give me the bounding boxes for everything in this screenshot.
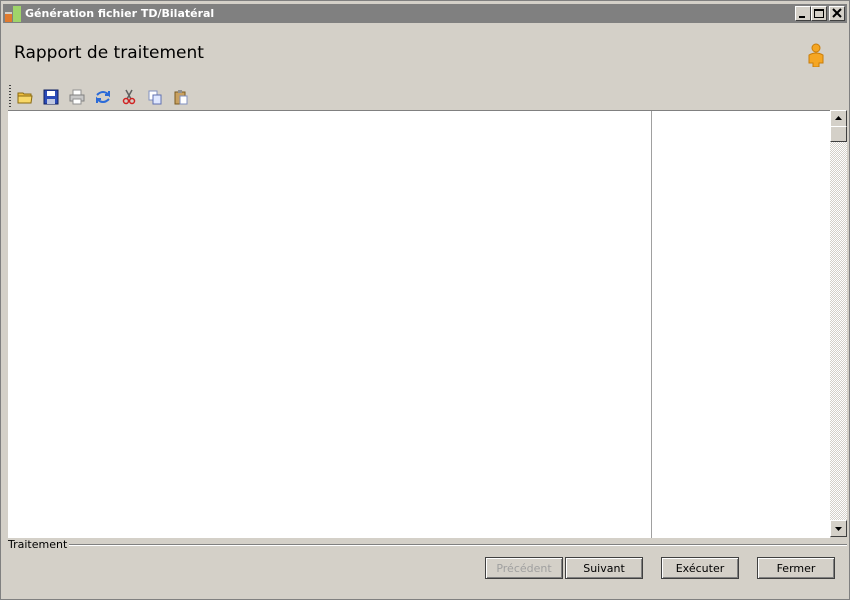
minimize-button[interactable]: [795, 6, 811, 21]
status-label: Traitement: [8, 538, 70, 551]
app-icon: [5, 6, 21, 22]
scroll-thumb[interactable]: [830, 126, 847, 142]
minimize-icon: [799, 16, 805, 18]
open-folder-icon: [17, 92, 33, 104]
main-window: Génération fichier TD/Bilatéral Rapport …: [0, 0, 850, 600]
vertical-scrollbar[interactable]: [830, 110, 847, 537]
refresh-icon: [96, 91, 110, 103]
paste-icon: [174, 90, 188, 105]
page-title: Rapport de traitement: [14, 43, 204, 63]
print-icon: [69, 89, 85, 105]
report-text-area[interactable]: [8, 110, 830, 538]
margin-divider: [651, 111, 652, 538]
arrow-up-icon: [835, 116, 842, 120]
user-icon: [805, 43, 827, 68]
close-button[interactable]: [829, 6, 845, 21]
maximize-button[interactable]: [811, 6, 827, 21]
save-icon: [43, 89, 59, 105]
cut-icon: [122, 89, 136, 105]
toolbar-grip[interactable]: [9, 85, 11, 109]
cut-button[interactable]: [119, 87, 139, 107]
copy-button[interactable]: [145, 87, 165, 107]
paste-button[interactable]: [171, 87, 191, 107]
print-button[interactable]: [67, 87, 87, 107]
close-dialog-button[interactable]: Fermer: [757, 557, 835, 579]
scroll-up-button[interactable]: [830, 110, 847, 127]
save-button[interactable]: [41, 87, 61, 107]
maximize-icon: [814, 9, 824, 18]
status-separator: [61, 544, 847, 546]
window-title: Génération fichier TD/Bilatéral: [25, 7, 215, 20]
copy-icon: [148, 90, 162, 105]
previous-button[interactable]: Précédent: [485, 557, 563, 579]
scroll-down-button[interactable]: [830, 520, 847, 537]
close-icon: [832, 8, 842, 18]
refresh-button[interactable]: [93, 87, 113, 107]
execute-button[interactable]: Exécuter: [661, 557, 739, 579]
open-folder-button[interactable]: [15, 87, 35, 107]
next-button[interactable]: Suivant: [565, 557, 643, 579]
arrow-down-icon: [835, 527, 842, 531]
toolbar: [9, 85, 209, 109]
title-bar[interactable]: Génération fichier TD/Bilatéral: [3, 4, 847, 23]
